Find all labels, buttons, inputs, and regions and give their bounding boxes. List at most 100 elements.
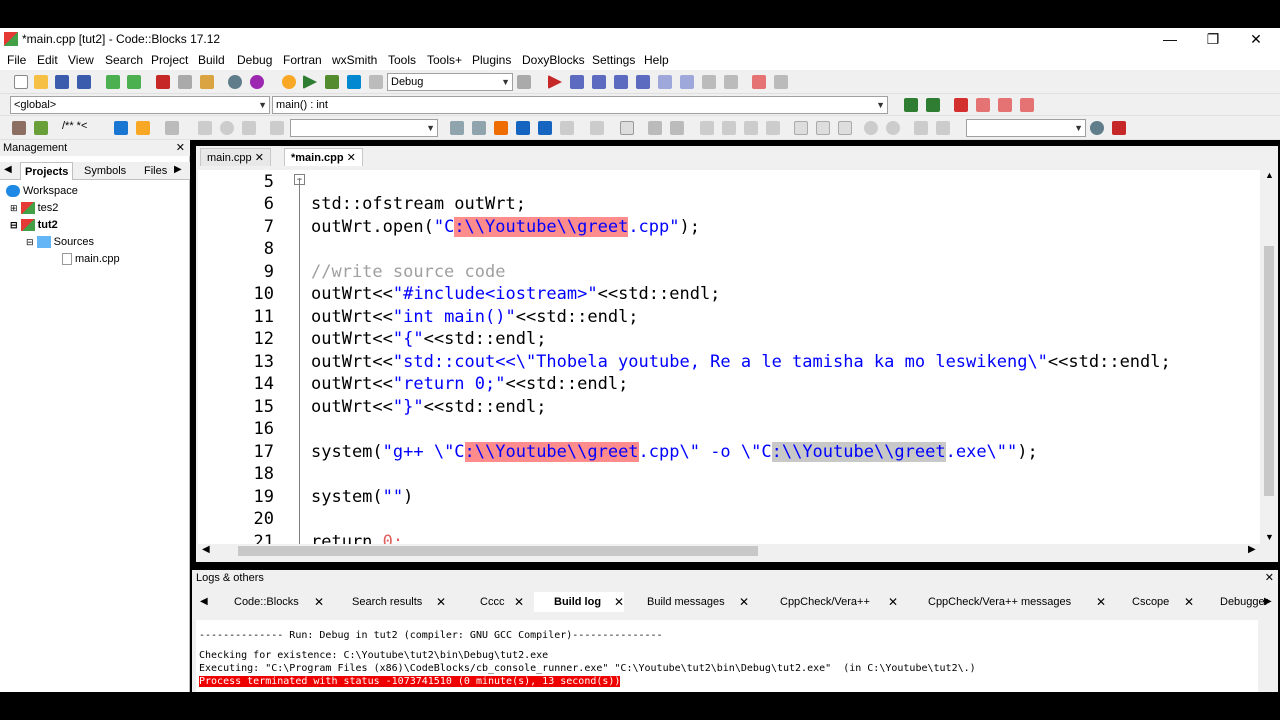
highlight-icon[interactable] [494, 121, 508, 135]
tab-main-cpp[interactable]: main.cpp ✕ [200, 148, 271, 166]
abort-icon[interactable] [369, 75, 383, 89]
tab-cppcheck[interactable]: CppCheck/Vera++ ✕ [760, 592, 900, 612]
close-icon[interactable]: ✕ [176, 140, 185, 156]
chevron-left-icon[interactable]: ◀ [4, 164, 12, 175]
cut-icon[interactable] [156, 75, 170, 89]
code-view[interactable]: 5 6 7 8 9 10 11 12 13 14 15 16 17 18 19 … [198, 170, 1260, 546]
tab-main-cpp-modified[interactable]: *main.cpp ✕ [284, 148, 363, 166]
zoom-out-icon[interactable] [886, 121, 900, 135]
prev-bookmark-icon[interactable] [976, 98, 990, 112]
scroll-thumb[interactable] [238, 546, 758, 556]
tab-cppcheck-messages[interactable]: CppCheck/Vera++ messages ✕ [908, 592, 1108, 612]
stop-debug-icon[interactable] [724, 75, 738, 89]
tools-icon[interactable] [1112, 121, 1126, 135]
close-icon[interactable]: ✕ [255, 152, 264, 164]
restore-icon[interactable]: ❐ [1193, 29, 1233, 49]
save-icon[interactable] [55, 75, 69, 89]
menu-debug[interactable]: Debug [237, 53, 272, 67]
tab-files[interactable]: Files [140, 162, 171, 180]
copy-icon[interactable] [178, 75, 192, 89]
build-log-output[interactable]: -------------- Run: Debug in tut2 (compi… [196, 620, 1258, 692]
debug-windows-icon[interactable] [752, 75, 766, 89]
tab-cccc[interactable]: Cccc ✕ [460, 592, 526, 612]
layout4-icon[interactable] [766, 121, 780, 135]
search-go-icon[interactable] [1090, 121, 1104, 135]
text-case-icon[interactable] [538, 121, 552, 135]
box3-icon[interactable] [838, 121, 852, 135]
close-icon[interactable]: ✕ [739, 592, 749, 612]
rebuild-icon[interactable] [347, 75, 361, 89]
step-into-icon[interactable] [614, 75, 628, 89]
next-line-icon[interactable] [592, 75, 606, 89]
scroll-down-icon[interactable]: ▼ [1265, 532, 1274, 542]
layout2-icon[interactable] [722, 121, 736, 135]
arrow-left-icon[interactable] [450, 121, 464, 135]
image-icon[interactable] [648, 121, 662, 135]
box1-icon[interactable] [794, 121, 808, 135]
next-icon[interactable] [242, 121, 256, 135]
tree-file-main-cpp[interactable]: main.cpp [62, 251, 120, 267]
menu-view[interactable]: View [68, 53, 94, 67]
chevron-right-icon[interactable]: ▶ [1264, 596, 1272, 607]
tab-search-results[interactable]: Search results ✕ [332, 592, 448, 612]
jump-back-icon[interactable] [904, 98, 918, 112]
build-and-run-icon[interactable] [325, 75, 339, 89]
close-icon[interactable]: ✕ [514, 592, 524, 612]
menu-edit[interactable]: Edit [37, 53, 58, 67]
chevron-right-icon[interactable]: ▶ [174, 164, 182, 175]
step-out-icon[interactable] [636, 75, 650, 89]
scroll-right-icon[interactable]: ▶ [1248, 544, 1256, 555]
scope-select[interactable]: <global> ▼ [10, 96, 270, 114]
clear-icon[interactable] [270, 121, 284, 135]
close-icon[interactable]: ✕ [314, 592, 324, 612]
chevron-left-icon[interactable]: ◀ [200, 596, 208, 607]
jump-forward-icon[interactable] [926, 98, 940, 112]
layout1-icon[interactable] [700, 121, 714, 135]
menu-tools-plus[interactable]: Tools+ [427, 53, 462, 67]
close-icon[interactable]: ✕ [1184, 592, 1194, 612]
help-icon[interactable] [136, 121, 150, 135]
target-settings-icon[interactable] [517, 75, 531, 89]
tab-symbols[interactable]: Symbols [80, 162, 130, 180]
step-into-instruction-icon[interactable] [680, 75, 694, 89]
record-icon[interactable] [220, 121, 234, 135]
arrow-right-icon[interactable] [472, 121, 486, 135]
run-icon[interactable] [303, 75, 317, 89]
wrench-icon[interactable] [165, 121, 179, 135]
menu-project[interactable]: Project [151, 53, 188, 67]
tab-build-messages[interactable]: Build messages ✕ [627, 592, 751, 612]
edit-icon[interactable] [670, 121, 684, 135]
match-icon[interactable] [516, 121, 530, 135]
new-file-icon[interactable] [14, 75, 28, 89]
close-icon[interactable]: ✕ [1096, 592, 1106, 612]
layout3-icon[interactable] [744, 121, 758, 135]
zoom-in-icon[interactable] [864, 121, 878, 135]
undo-icon[interactable] [106, 75, 120, 89]
menu-search[interactable]: Search [105, 53, 143, 67]
redo-icon[interactable] [127, 75, 141, 89]
toggle-bookmark-icon[interactable] [954, 98, 968, 112]
doxywizard-icon[interactable] [114, 121, 128, 135]
close-icon[interactable]: ✕ [347, 152, 356, 164]
pause-icon[interactable] [702, 75, 716, 89]
menu-wxsmith[interactable]: wxSmith [332, 53, 377, 67]
menu-build[interactable]: Build [198, 53, 225, 67]
tree-project-tut2[interactable]: ⊟ tut2 [10, 217, 58, 233]
next-instruction-icon[interactable] [658, 75, 672, 89]
various-info-icon[interactable] [774, 75, 788, 89]
settings-icon[interactable] [12, 121, 26, 135]
menu-fortran[interactable]: Fortran [283, 53, 322, 67]
scroll-left-icon[interactable]: ◀ [202, 544, 210, 555]
vertical-scrollbar[interactable]: ▲ ▼ [1262, 170, 1276, 546]
tab-cscope[interactable]: Cscope ✕ [1112, 592, 1194, 612]
symbol-select[interactable]: main() : int ▼ [272, 96, 888, 114]
tree-folder-sources[interactable]: ⊟ Sources [26, 234, 94, 250]
save-all-icon[interactable] [77, 75, 91, 89]
tab-build-log[interactable]: Build log ✕ [534, 592, 624, 612]
scroll-up-icon[interactable]: ▲ [1265, 170, 1274, 180]
run-script-icon[interactable] [34, 121, 48, 135]
tree-workspace[interactable]: Workspace [6, 183, 78, 199]
search-combo[interactable]: ▼ [290, 119, 438, 137]
menu-file[interactable]: File [7, 53, 26, 67]
close-icon[interactable]: ✕ [1236, 29, 1276, 49]
